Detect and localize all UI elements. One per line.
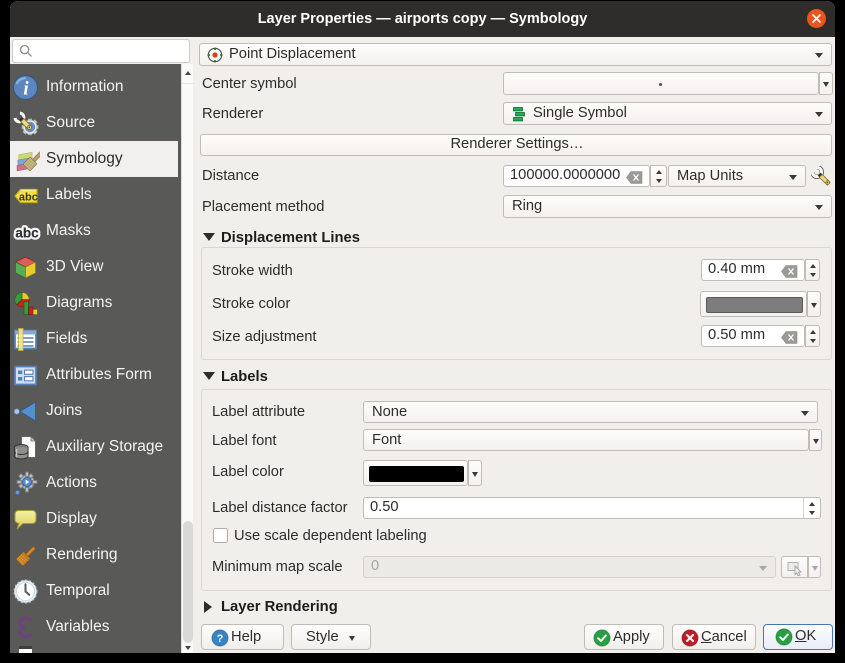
svg-text:i: i	[23, 79, 29, 100]
svg-text:?: ?	[217, 633, 224, 645]
svg-text:abc: abc	[19, 191, 38, 203]
svg-text:abc: abc	[15, 226, 39, 241]
